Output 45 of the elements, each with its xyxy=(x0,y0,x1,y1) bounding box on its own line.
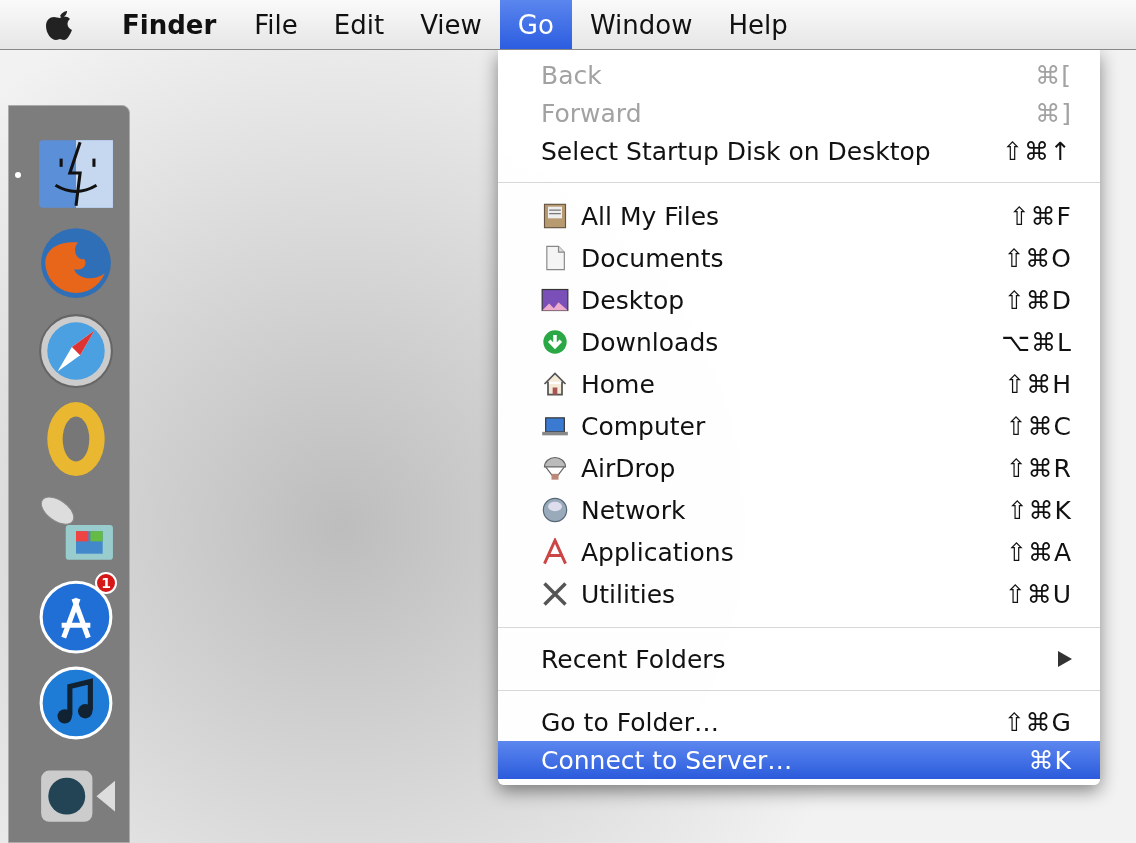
globe-icon xyxy=(541,496,569,524)
menu-item[interactable]: Recent Folders xyxy=(498,640,1100,678)
keyboard-shortcut: ⌘K xyxy=(1028,745,1072,775)
menu-item[interactable]: Connect to Server… ⌘K xyxy=(498,741,1100,779)
parachute-icon xyxy=(541,454,569,482)
keyboard-shortcut: ⇧⌘K xyxy=(1006,495,1072,525)
keyboard-shortcut: ⌘[ xyxy=(1035,60,1072,90)
menu-bar-item[interactable]: Edit xyxy=(315,0,403,49)
keyboard-shortcut: ⇧⌘F xyxy=(1008,201,1072,231)
menu-bar-item[interactable]: Finder xyxy=(104,0,237,49)
menu-item[interactable]: Utilities ⇧⌘U xyxy=(498,573,1100,615)
menu-item[interactable]: Select Startup Disk on Desktop ⇧⌘↑ xyxy=(498,132,1100,170)
keyboard-shortcut: ⇧⌘U xyxy=(1004,579,1072,609)
tools-icon xyxy=(541,580,569,608)
menu-item[interactable]: All My Files ⇧⌘F xyxy=(498,195,1100,237)
menu-bar-item[interactable]: File xyxy=(236,0,316,49)
menu-item[interactable]: Applications ⇧⌘A xyxy=(498,531,1100,573)
menu-item[interactable]: AirDrop ⇧⌘R xyxy=(498,447,1100,489)
menu-item[interactable]: Home ⇧⌘H xyxy=(498,363,1100,405)
download-icon xyxy=(541,328,569,356)
picture-icon xyxy=(541,286,569,314)
keyboard-shortcut: ⌥⌘L xyxy=(1001,327,1072,357)
keyboard-shortcut: ⇧⌘O xyxy=(1003,243,1072,273)
keyboard-shortcut: ⇧⌘R xyxy=(1005,453,1072,483)
menu-bar-item[interactable]: Window xyxy=(571,0,711,49)
menu-bar-item[interactable]: View xyxy=(402,0,500,49)
keyboard-shortcut: ⇧⌘G xyxy=(1003,707,1072,737)
menu-item[interactable]: Computer ⇧⌘C xyxy=(498,405,1100,447)
menu-item[interactable]: Desktop ⇧⌘D xyxy=(498,279,1100,321)
menu-item[interactable]: Downloads ⌥⌘L xyxy=(498,321,1100,363)
menu-bar-item[interactable]: Go xyxy=(499,0,572,49)
keyboard-shortcut: ⇧⌘H xyxy=(1004,369,1072,399)
house-icon xyxy=(541,370,569,398)
menu-item[interactable]: Documents ⇧⌘O xyxy=(498,237,1100,279)
drawer-icon xyxy=(541,202,569,230)
menu-item[interactable]: Go to Folder… ⇧⌘G xyxy=(498,703,1100,741)
keyboard-shortcut: ⇧⌘D xyxy=(1003,285,1072,315)
menu-bar-item[interactable]: Help xyxy=(710,0,806,49)
keyboard-shortcut: ⇧⌘↑ xyxy=(1002,136,1072,166)
menu-item[interactable]: Network ⇧⌘K xyxy=(498,489,1100,531)
letter-a-icon xyxy=(541,538,569,566)
keyboard-shortcut: ⌘] xyxy=(1035,98,1072,128)
notification-badge: 1 xyxy=(95,572,117,594)
keyboard-shortcut: ⇧⌘C xyxy=(1005,411,1072,441)
keyboard-shortcut: ⇧⌘A xyxy=(1005,537,1072,567)
